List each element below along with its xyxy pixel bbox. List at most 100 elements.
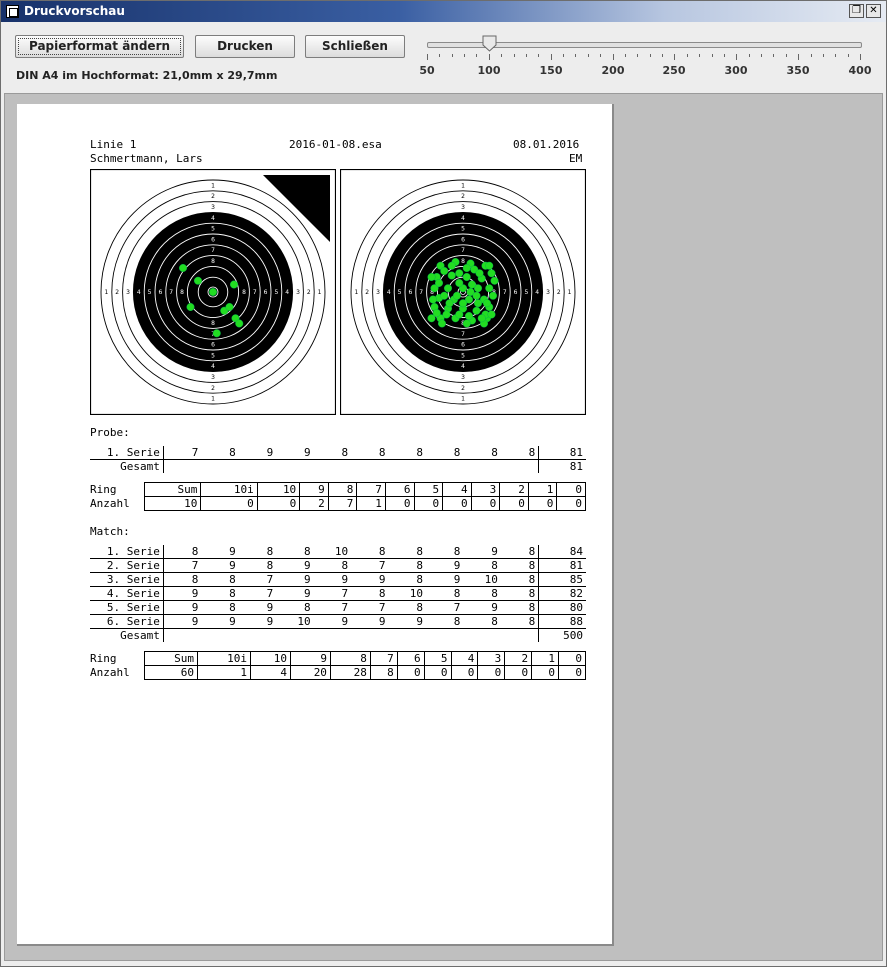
shot-value: 9 xyxy=(238,600,277,615)
ring-cell: 0 xyxy=(423,665,452,680)
restore-icon[interactable]: ❐ xyxy=(849,4,864,18)
ring-number: 4 xyxy=(535,289,539,296)
close-icon[interactable]: ✕ xyxy=(866,4,881,18)
ring-number: 6 xyxy=(461,236,465,243)
ring-number: 1 xyxy=(354,289,358,296)
ring-cell: 2 xyxy=(499,482,529,497)
slider-label: 300 xyxy=(724,64,748,77)
ring-row-label: Ring xyxy=(90,482,117,496)
slider-tick xyxy=(514,54,515,57)
ring-number: 3 xyxy=(376,289,380,296)
shot-value: 8 xyxy=(500,545,539,559)
ring-cell: 4 xyxy=(442,482,472,497)
ring-cell: 1 xyxy=(531,651,560,666)
slider-tick xyxy=(551,54,552,60)
shot-value: 9 xyxy=(463,545,501,559)
shot-value: 10 xyxy=(388,586,426,601)
ring-number: 2 xyxy=(211,385,215,392)
shot-value: 8 xyxy=(500,614,539,629)
ring-cell: 6 xyxy=(384,482,415,497)
slider-tick xyxy=(699,54,700,57)
series-total: 81 xyxy=(538,558,586,573)
ring-number: 5 xyxy=(148,289,152,296)
shot-value: 8 xyxy=(425,545,464,559)
ring-number: 7 xyxy=(211,247,215,254)
ring-number: 8 xyxy=(211,320,215,327)
slider-thumb[interactable] xyxy=(482,35,497,52)
ring-cell: 7 xyxy=(369,651,398,666)
ring-number: 4 xyxy=(211,363,215,370)
ring-cell: 2 xyxy=(504,651,533,666)
ring-number: 4 xyxy=(461,215,465,222)
ring-number: 1 xyxy=(211,396,215,403)
slider-tick xyxy=(736,54,737,60)
shot-hole xyxy=(487,269,496,278)
ring-row: Ring Sum 10i 10 9 8 7 6 5 4 3 2 1 0 xyxy=(90,482,586,497)
ring-number: 4 xyxy=(461,363,465,370)
ring-row: Ring Sum 10i 10 9 8 7 6 5 4 3 2 1 0 xyxy=(90,651,586,666)
ring-number: 1 xyxy=(211,182,215,189)
slider-tick xyxy=(427,54,428,60)
shot-value: 7 xyxy=(313,600,352,615)
preview-scroll-area[interactable]: Linie 1 2016-01-08.esa 08.01.2016 Schmer… xyxy=(4,93,883,961)
shot-hole xyxy=(427,314,436,323)
ring-number: 4 xyxy=(285,289,289,296)
slider-tick xyxy=(687,54,688,57)
shot-value: 9 xyxy=(388,614,426,629)
ring-cell: 0 xyxy=(396,665,425,680)
shot-value: 9 xyxy=(201,614,239,629)
shot-value: 8 xyxy=(463,558,501,573)
file-name: 2016-01-08.esa xyxy=(289,138,382,151)
ring-number: 5 xyxy=(461,226,465,233)
slider-tick xyxy=(823,54,824,57)
shot-hole xyxy=(455,278,464,287)
slider-tick xyxy=(439,54,440,57)
ring-number: 6 xyxy=(158,289,162,296)
shot-hole xyxy=(458,299,467,308)
ring-cell: 0 xyxy=(256,496,301,511)
series-row: 4. Serie 9 8 7 9 7 8 10 8 8 8 82 xyxy=(90,586,586,601)
empty-cell xyxy=(163,629,538,643)
series-total: 84 xyxy=(538,545,586,559)
ring-cell: 1 xyxy=(197,665,252,680)
ring-cell: 1 xyxy=(527,482,558,497)
series-total: 81 xyxy=(538,459,586,473)
ring-number: 7 xyxy=(503,289,507,296)
shot-value: 9 xyxy=(163,586,202,601)
shot-value: 8 xyxy=(276,600,314,615)
ring-number: 2 xyxy=(365,289,369,296)
series-total: 82 xyxy=(538,586,586,601)
series-label: 5. Serie xyxy=(90,600,164,615)
series-total: 85 xyxy=(538,572,586,587)
slider-tick xyxy=(588,54,589,57)
ring-number: 7 xyxy=(253,289,257,296)
ring-cell: 28 xyxy=(329,665,371,680)
shot-hole xyxy=(193,276,202,285)
shot-value: 9 xyxy=(163,600,202,615)
shot-value: 8 xyxy=(388,545,426,559)
shot-value: 9 xyxy=(276,572,314,587)
ring-number: 2 xyxy=(461,385,465,392)
shot-hole xyxy=(485,261,494,270)
ring-number: 2 xyxy=(461,193,465,200)
ring-cell: 1 xyxy=(356,496,386,511)
print-button[interactable]: Drucken xyxy=(195,35,295,58)
shot-hole xyxy=(229,280,238,289)
shot-value: 7 xyxy=(163,558,202,573)
title-bar[interactable]: Druckvorschau ❐ ✕ xyxy=(1,1,886,22)
shot-value: 8 xyxy=(201,586,239,601)
slider-label: 350 xyxy=(786,64,810,77)
series-label: 2. Serie xyxy=(90,558,164,573)
ring-cell: 10i xyxy=(197,651,252,666)
close-button[interactable]: Schließen xyxy=(305,35,405,58)
window-title: Druckvorschau xyxy=(24,4,125,18)
date-label: 08.01.2016 xyxy=(513,138,580,151)
ring-number: 3 xyxy=(126,289,130,296)
series-label: 3. Serie xyxy=(90,572,164,587)
ring-cell: 3 xyxy=(477,651,506,666)
ring-cell: 0 xyxy=(450,665,479,680)
ring-number: 5 xyxy=(211,226,215,233)
page-format-button[interactable]: Papierformat ändern xyxy=(15,35,184,58)
slider-tick xyxy=(674,54,675,60)
ring-number: 5 xyxy=(211,352,215,359)
